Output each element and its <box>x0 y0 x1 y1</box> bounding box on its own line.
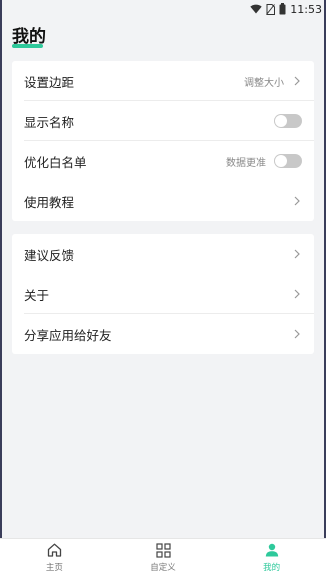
tab-label: 主页 <box>45 563 63 573</box>
battery-icon <box>279 3 286 15</box>
row-set-margin[interactable]: 设置边距 调整大小 <box>12 61 314 101</box>
status-bar: 11:53 <box>0 0 326 18</box>
toggle-knob <box>275 155 287 167</box>
chevron-right-icon <box>292 195 302 207</box>
row-label: 优化白名单 <box>24 154 87 170</box>
grid-icon <box>155 542 171 558</box>
chevron-right-icon <box>292 75 302 87</box>
tab-label: 我的 <box>263 563 281 573</box>
row-label: 建议反馈 <box>24 247 75 263</box>
wifi-icon <box>250 4 262 14</box>
row-feedback[interactable]: 建议反馈 <box>12 234 314 274</box>
row-value: 数据更准 <box>226 157 266 169</box>
home-icon <box>47 542 62 558</box>
chevron-right-icon <box>292 288 302 300</box>
row-label: 使用教程 <box>24 194 75 210</box>
settings-card-2: 建议反馈 关于 分享应用给好友 <box>12 234 314 354</box>
row-label: 显示名称 <box>24 114 75 130</box>
person-icon <box>265 542 279 558</box>
chevron-right-icon <box>292 328 302 340</box>
settings-card-1: 设置边距 调整大小 显示名称 优化白名单 数据更准 使用教程 <box>12 61 314 221</box>
status-time: 11:53 <box>290 2 322 16</box>
row-optimize-whitelist: 优化白名单 数据更准 <box>12 141 314 181</box>
tab-label: 自定义 <box>150 563 176 573</box>
bottom-tab-bar: 主页 自定义 我的 <box>0 538 326 576</box>
row-about[interactable]: 关于 <box>12 274 314 314</box>
show-name-toggle[interactable] <box>274 114 302 128</box>
row-share-app[interactable]: 分享应用给好友 <box>12 314 314 354</box>
row-label: 分享应用给好友 <box>24 327 112 343</box>
tab-home[interactable]: 主页 <box>0 539 109 576</box>
no-sim-icon <box>266 3 276 15</box>
row-label: 设置边距 <box>24 74 75 90</box>
title-underline <box>12 44 43 48</box>
tab-custom[interactable]: 自定义 <box>109 539 218 576</box>
tab-mine[interactable]: 我的 <box>217 539 326 576</box>
row-label: 关于 <box>24 287 50 303</box>
window-left-edge <box>0 0 2 576</box>
row-show-name: 显示名称 <box>12 101 314 141</box>
whitelist-toggle[interactable] <box>274 154 302 168</box>
row-value: 调整大小 <box>244 77 284 89</box>
chevron-right-icon <box>292 248 302 260</box>
row-tutorial[interactable]: 使用教程 <box>12 181 314 221</box>
toggle-knob <box>275 115 287 127</box>
